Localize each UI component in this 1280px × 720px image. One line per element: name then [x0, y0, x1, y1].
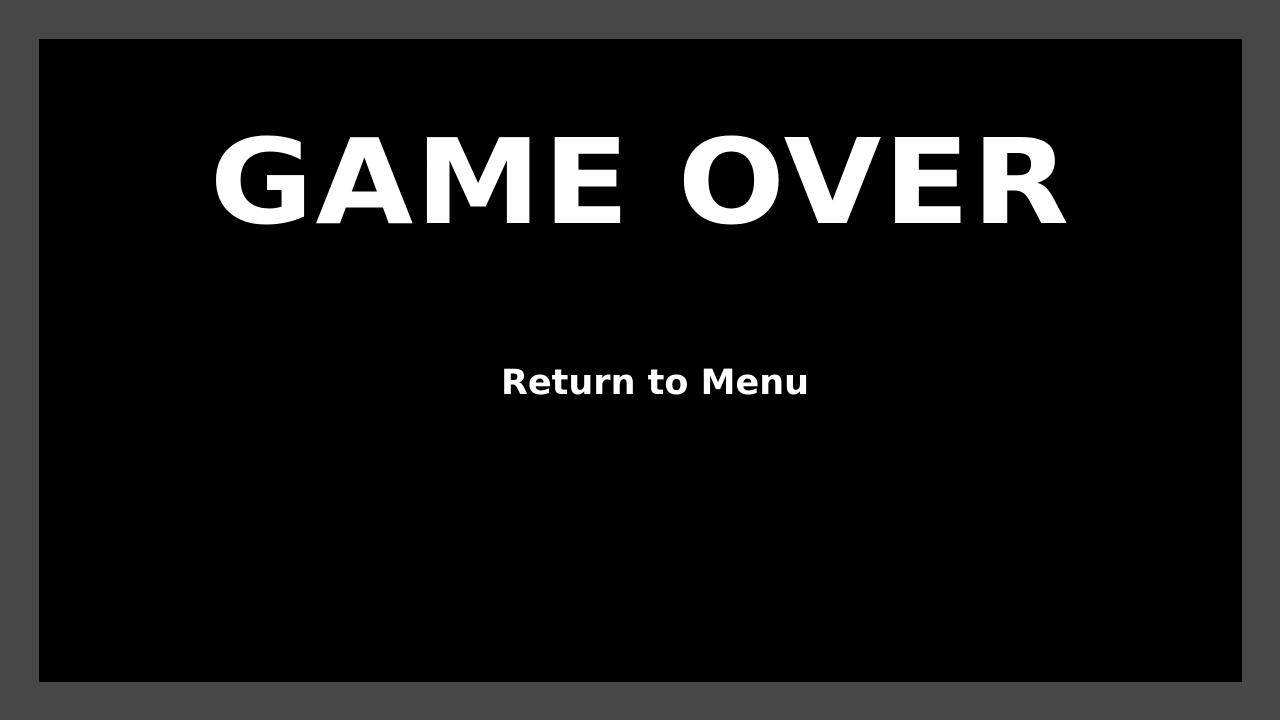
window-frame: GAME OVER Return to Menu — [0, 0, 1280, 720]
return-to-menu-button[interactable]: Return to Menu — [490, 357, 820, 409]
game-over-screen: GAME OVER Return to Menu — [39, 39, 1242, 682]
game-over-title: GAME OVER — [209, 113, 1072, 251]
